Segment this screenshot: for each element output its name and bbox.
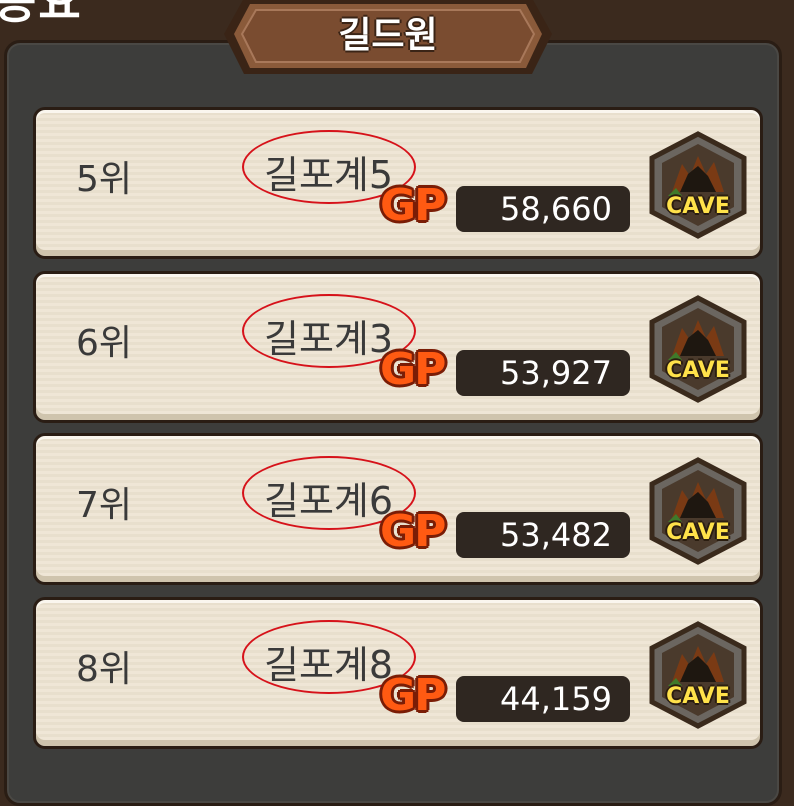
guild-members-tab[interactable]: 길드원: [222, 0, 554, 78]
gp-icon: GP: [380, 506, 446, 557]
cave-badge-icon[interactable]: CAVE: [646, 130, 750, 240]
gp-icon: GP: [380, 344, 446, 395]
member-name: 길포계5: [264, 153, 394, 197]
gp-value-bar: 44,159: [456, 676, 630, 722]
member-row[interactable]: 5위 길포계5 58,660 GP CAVE: [33, 107, 763, 259]
gp-icon: GP: [380, 180, 446, 231]
partial-title-text: 공요: [0, 0, 83, 29]
cave-label: CAVE: [666, 684, 730, 709]
member-row[interactable]: 6위 길포계3 53,927 GP CAVE: [33, 271, 763, 423]
gp-value: 58,660: [500, 190, 612, 228]
cave-label: CAVE: [666, 520, 730, 545]
member-name: 길포계3: [264, 317, 394, 361]
tab-title: 길드원: [338, 15, 438, 56]
member-rank: 7위: [76, 485, 133, 526]
cave-badge-icon[interactable]: CAVE: [646, 456, 750, 566]
member-rank: 8위: [76, 649, 133, 690]
gp-value-bar: 53,927: [456, 350, 630, 396]
member-row[interactable]: 8위 길포계8 44,159 GP CAVE: [33, 597, 763, 749]
member-name: 길포계8: [264, 643, 394, 687]
member-name: 길포계6: [264, 479, 394, 523]
gp-value-bar: 58,660: [456, 186, 630, 232]
gp-value-bar: 53,482: [456, 512, 630, 558]
member-rank: 6위: [76, 323, 133, 364]
gp-value: 53,482: [500, 516, 612, 554]
member-rank: 5위: [76, 159, 133, 200]
gp-value: 53,927: [500, 354, 612, 392]
guild-member-panel: 5위 길포계5 58,660 GP CAVE 6위 길포계3 53,927 GP…: [4, 40, 782, 806]
gp-icon: GP: [380, 670, 446, 721]
cave-label: CAVE: [666, 194, 730, 219]
cave-badge-icon[interactable]: CAVE: [646, 294, 750, 404]
gp-value: 44,159: [500, 680, 612, 718]
member-row[interactable]: 7위 길포계6 53,482 GP CAVE: [33, 433, 763, 585]
cave-label: CAVE: [666, 358, 730, 383]
cave-badge-icon[interactable]: CAVE: [646, 620, 750, 730]
